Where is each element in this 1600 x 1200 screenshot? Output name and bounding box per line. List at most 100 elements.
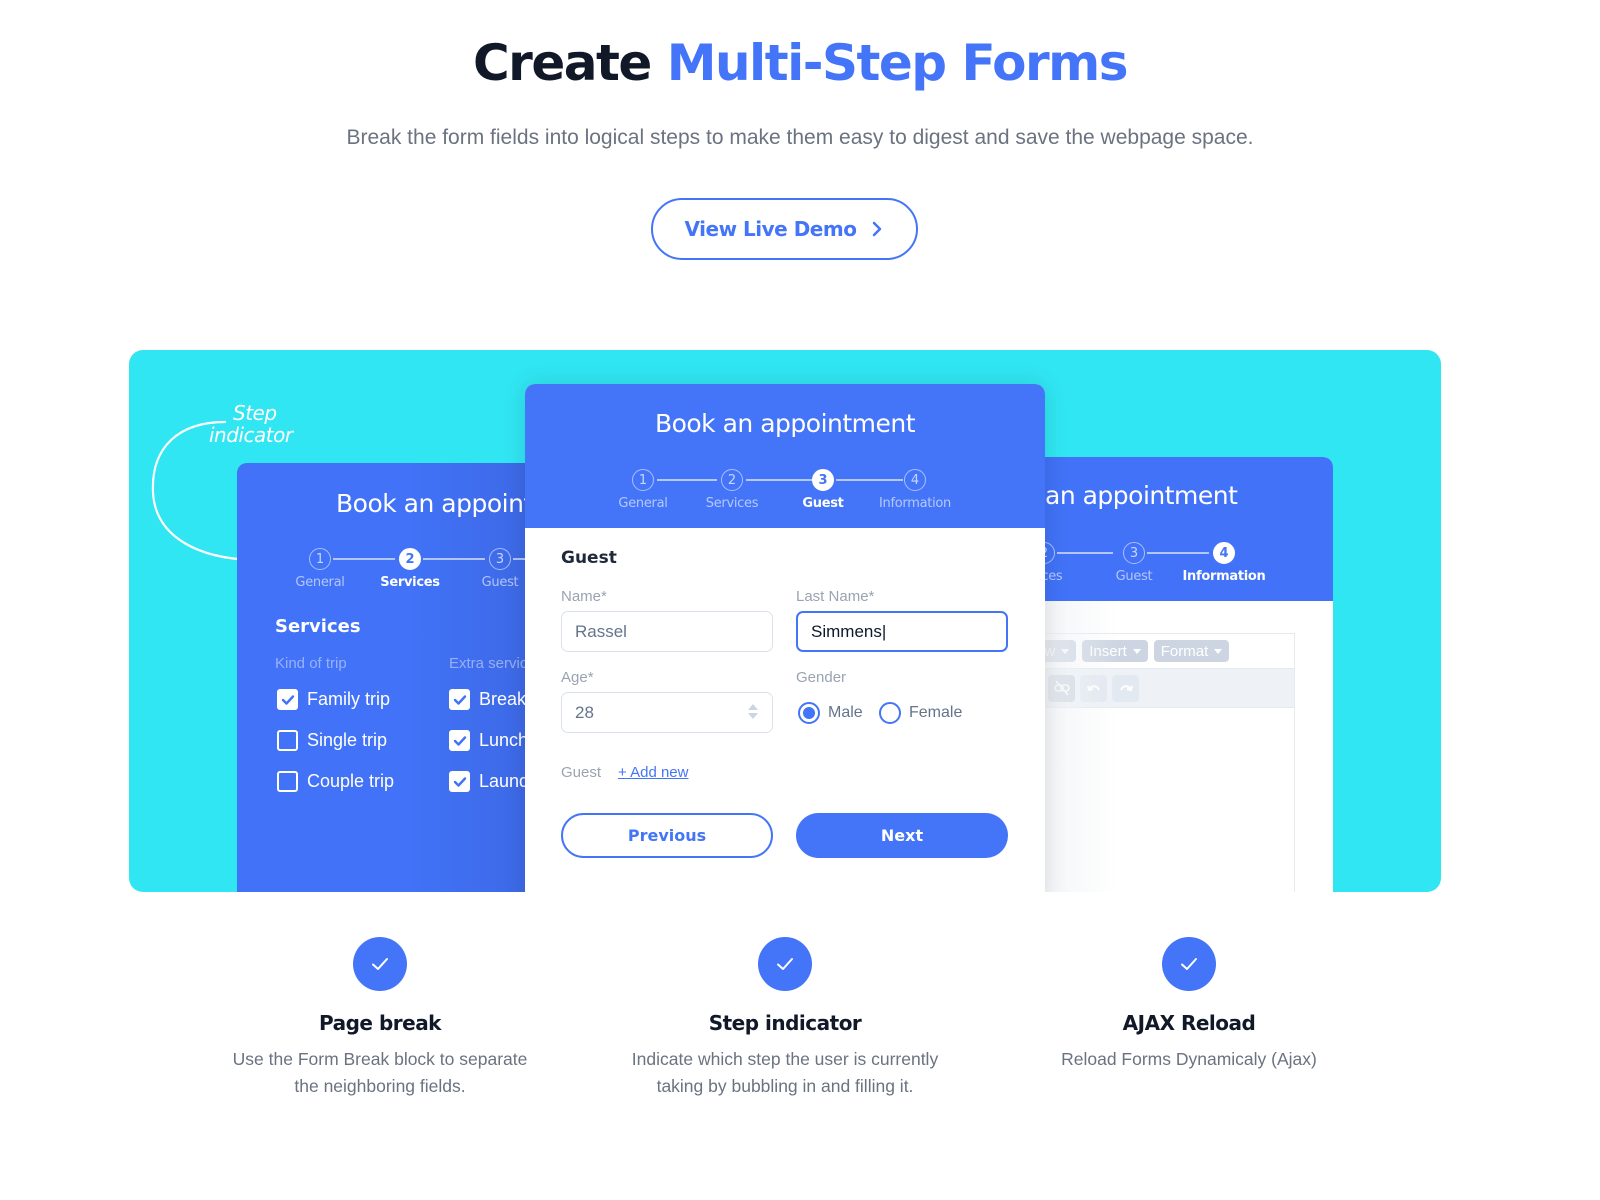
page-title: Create Multi-Step Forms xyxy=(0,34,1600,92)
checkbox-family-trip[interactable]: Family trip xyxy=(277,689,390,710)
step-number: 4 xyxy=(904,469,926,491)
feature-title: Page break xyxy=(318,1011,442,1035)
section-title: Guest xyxy=(561,548,617,568)
check-circle-icon xyxy=(758,937,812,991)
add-new-guest-link[interactable]: + Add new xyxy=(618,764,688,781)
feature-page-break: Page break Use the Form Break block to s… xyxy=(200,937,560,1100)
step-number: 3 xyxy=(1123,542,1145,564)
check-icon xyxy=(777,958,793,970)
checkbox-checked[interactable] xyxy=(277,689,298,710)
description-line: Use the Form Break block to separate xyxy=(232,1049,528,1069)
check-icon xyxy=(453,776,466,787)
step-number: 2 xyxy=(721,469,743,491)
menu-insert[interactable]: Insert xyxy=(1082,640,1148,662)
last-name-value: Simmens| xyxy=(811,621,887,641)
age-input[interactable]: 28 xyxy=(561,692,773,733)
checkbox-single-trip[interactable]: Single trip xyxy=(277,730,387,751)
feature-description: Indicate which step the user is currentl… xyxy=(605,1046,965,1100)
title-accent: Multi-Step Forms xyxy=(666,34,1129,92)
check-icon xyxy=(372,958,388,970)
card-header: Book an appointment 1 General 2 Services… xyxy=(525,384,1045,528)
step-label: Guest xyxy=(1115,569,1153,584)
checkbox-unchecked[interactable] xyxy=(277,771,298,792)
check-circle-icon xyxy=(353,937,407,991)
stepper-up-icon[interactable] xyxy=(748,704,758,710)
step-services[interactable]: 2 Services xyxy=(365,548,455,590)
redo-button[interactable] xyxy=(1112,674,1139,702)
age-label: Age* xyxy=(561,669,594,686)
feature-ajax-reload: AJAX Reload Reload Forms Dynamicaly (Aja… xyxy=(1009,937,1369,1073)
name-value: Rassel xyxy=(575,621,627,641)
step-information[interactable]: 4 Information xyxy=(870,469,960,511)
step-label: Information xyxy=(1182,569,1266,584)
checkbox-couple-trip[interactable]: Couple trip xyxy=(277,771,394,792)
age-value: 28 xyxy=(575,702,594,722)
menu-format[interactable]: Format xyxy=(1153,640,1230,662)
previous-button[interactable]: Previous xyxy=(561,813,773,858)
step-guest[interactable]: 3 Guest xyxy=(1089,542,1179,584)
step-number: 1 xyxy=(309,548,331,570)
gender-label: Gender xyxy=(796,669,847,686)
kind-of-trip-label: Kind of trip xyxy=(275,655,347,672)
description-line: the neighboring fields. xyxy=(294,1076,466,1096)
demo-button-label: View Live Demo xyxy=(684,217,857,241)
gender-radio-male[interactable]: Male xyxy=(798,702,863,724)
check-icon xyxy=(453,735,466,746)
form-card-step-3: Book an appointment 1 General 2 Services… xyxy=(525,384,1045,892)
feature-step-indicator: Step indicator Indicate which step the u… xyxy=(605,937,965,1100)
radio-selected[interactable] xyxy=(798,702,820,724)
checkbox-checked[interactable] xyxy=(449,689,470,710)
last-name-input[interactable]: Simmens| xyxy=(796,611,1008,652)
check-circle-icon xyxy=(1162,937,1216,991)
description-line: Reload Forms Dynamicaly (Ajax) xyxy=(1061,1049,1317,1069)
annotation-line-1: Step xyxy=(233,401,277,425)
radio-label: Male xyxy=(828,704,863,721)
editor-toolbar xyxy=(1029,668,1294,708)
name-input[interactable]: Rassel xyxy=(561,611,773,652)
form-card-step-2: Book an appointment 1 General 2 Services… xyxy=(237,463,597,892)
checkbox-unchecked[interactable] xyxy=(277,730,298,751)
view-live-demo-button[interactable]: View Live Demo xyxy=(651,198,918,260)
step-label: Services xyxy=(380,575,440,590)
feature-description: Use the Form Break block to separate the… xyxy=(200,1046,560,1100)
undo-button[interactable] xyxy=(1080,674,1107,702)
feature-title: Step indicator xyxy=(708,1011,862,1035)
checkbox-lunch[interactable]: Lunch xyxy=(449,730,528,751)
check-icon xyxy=(281,694,294,705)
step-number: 1 xyxy=(632,469,654,491)
last-name-label: Last Name* xyxy=(796,588,875,605)
caret-down-icon xyxy=(1132,648,1141,654)
chevron-right-icon xyxy=(873,221,882,237)
step-services[interactable]: 2 Services xyxy=(687,469,777,511)
step-label: Services xyxy=(705,496,759,511)
unlink-button[interactable] xyxy=(1048,674,1075,702)
radio-unselected[interactable] xyxy=(879,702,901,724)
checkbox-checked[interactable] xyxy=(449,771,470,792)
step-information[interactable]: 4 Information xyxy=(1179,542,1269,584)
menu-label: Insert xyxy=(1089,642,1127,660)
step-label: Guest xyxy=(481,575,519,590)
step-general[interactable]: 1 General xyxy=(275,548,365,590)
step-number: 3 xyxy=(812,469,834,491)
checkbox-checked[interactable] xyxy=(449,730,470,751)
next-button[interactable]: Next xyxy=(796,813,1008,858)
gender-radio-female[interactable]: Female xyxy=(879,702,962,724)
step-guest[interactable]: 3 Guest xyxy=(778,469,868,511)
step-number: 4 xyxy=(1213,542,1235,564)
step-number: 3 xyxy=(489,548,511,570)
redo-icon xyxy=(1119,685,1133,692)
card-title: Book an appointment xyxy=(654,409,916,438)
stepper-down-icon[interactable] xyxy=(748,713,758,719)
rich-text-editor[interactable]: View Insert Format xyxy=(1029,633,1295,892)
editor-menubar: View Insert Format xyxy=(1029,634,1294,668)
step-label: Guest xyxy=(802,496,844,511)
guest-label: Guest xyxy=(561,764,602,781)
form-card-step-4: an appointment 2 rvices 3 Guest 4 Inform… xyxy=(1029,457,1333,892)
checkbox-label: Family trip xyxy=(307,689,391,709)
card-title: an appointment xyxy=(1045,481,1238,510)
checkbox-label: Couple trip xyxy=(307,771,395,791)
step-general[interactable]: 1 General xyxy=(598,469,688,511)
name-label: Name* xyxy=(561,588,607,605)
section-title: Services xyxy=(275,616,361,637)
number-stepper[interactable] xyxy=(748,704,758,719)
